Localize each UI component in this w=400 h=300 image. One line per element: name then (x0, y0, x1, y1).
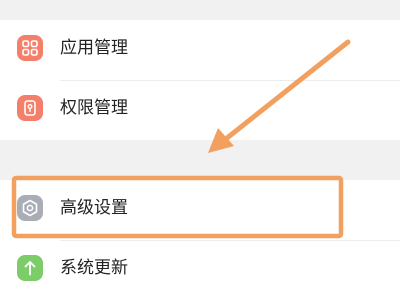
settings-item-label: 应用管理 (60, 38, 128, 58)
settings-item-permission-management[interactable]: 权限管理 (0, 80, 400, 140)
top-spacer (0, 0, 400, 20)
gear-icon (17, 195, 43, 221)
settings-item-label: 权限管理 (60, 98, 128, 118)
permission-lock-icon (17, 95, 43, 121)
settings-item-label: 高级设置 (60, 198, 128, 218)
settings-group-system: 高级设置 系统更新 (0, 180, 400, 300)
settings-item-app-management[interactable]: 应用管理 (0, 20, 400, 80)
settings-item-label: 系统更新 (60, 258, 128, 278)
settings-screen: 应用管理 权限管理 高级设置 系统更新 (0, 0, 400, 300)
settings-item-advanced-settings[interactable]: 高级设置 (0, 180, 400, 240)
update-arrow-icon (17, 255, 43, 281)
settings-group-apps: 应用管理 权限管理 (0, 20, 400, 140)
settings-item-system-update[interactable]: 系统更新 (0, 240, 400, 300)
app-grid-icon (17, 35, 43, 61)
